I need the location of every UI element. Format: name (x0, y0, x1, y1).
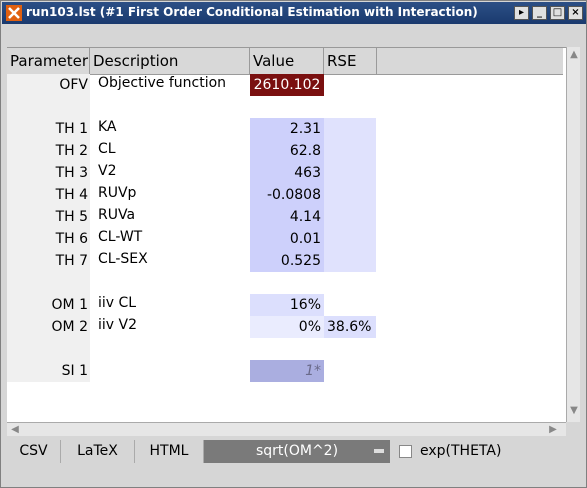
html-button[interactable]: HTML (135, 440, 204, 463)
omega-desc: iiv V2 (98, 317, 137, 333)
ofv-value: 2610.102 (250, 74, 324, 96)
app-icon (6, 5, 22, 21)
export-toolbar: CSV LaTeX HTML sqrt(OM^2) exp(THETA) (7, 440, 582, 464)
theta-desc: CL-WT (98, 229, 143, 245)
omega-desc: iiv CL (98, 295, 137, 311)
theta-desc: RUVa (98, 207, 136, 223)
theta-param: TH 6 (7, 228, 90, 250)
theta-desc: KA (98, 119, 117, 135)
scroll-down-icon[interactable]: ▼ (568, 405, 580, 417)
theta-param: TH 4 (7, 184, 90, 206)
theta-value: 4.14 (250, 206, 324, 228)
header-parameter[interactable]: Parameter (7, 48, 90, 75)
title-bar[interactable]: run103.lst (#1 First Order Conditional E… (2, 2, 586, 24)
ofv-param: OFV (7, 74, 90, 96)
theta-rse (324, 184, 376, 206)
ofv-desc: Objective function (98, 75, 227, 91)
sigma-param: SI 1 (7, 360, 90, 382)
theta-desc: V2 (98, 163, 117, 179)
theta-desc: RUVp (98, 185, 137, 201)
header-filler (377, 48, 563, 75)
theta-value: 463 (250, 162, 324, 184)
omega-format-value: sqrt(OM^2) (255, 443, 339, 459)
theta-rse (324, 250, 376, 272)
theta-rse (324, 228, 376, 250)
header-value[interactable]: Value (250, 48, 324, 75)
omega-value: 0% (250, 316, 324, 338)
theta-param: TH 2 (7, 140, 90, 162)
theta-value: 0.01 (250, 228, 324, 250)
theta-param: TH 7 (7, 250, 90, 272)
maximize-button[interactable]: □ (550, 6, 565, 20)
scroll-right-icon[interactable]: ▶ (547, 424, 559, 436)
theta-rse (324, 162, 376, 184)
header-rse[interactable]: RSE (324, 48, 377, 75)
theta-value: 0.525 (250, 250, 324, 272)
menu-arrow-button[interactable]: ▸ (514, 6, 529, 20)
theta-rse (324, 206, 376, 228)
theta-param: TH 1 (7, 118, 90, 140)
minimize-button[interactable]: _ (532, 6, 547, 20)
omega-param: OM 2 (7, 316, 90, 338)
omega-param: OM 1 (7, 294, 90, 316)
theta-value: 2.31 (250, 118, 324, 140)
latex-button[interactable]: LaTeX (61, 440, 135, 463)
exp-theta-label[interactable]: exp(THETA) (420, 440, 501, 463)
dropdown-arrow-icon (374, 449, 384, 453)
csv-button[interactable]: CSV (7, 440, 61, 463)
vertical-scrollbar[interactable]: ▲ ▼ (566, 47, 580, 422)
sigma-value: 1* (250, 360, 324, 382)
app-window: run103.lst (#1 First Order Conditional E… (0, 0, 587, 488)
horizontal-scrollbar[interactable]: ◀ ▶ (7, 422, 566, 436)
omega-rse: 38.6% (324, 316, 376, 338)
theta-param: TH 3 (7, 162, 90, 184)
theta-rse (324, 118, 376, 140)
theta-value: -0.0808 (250, 184, 324, 206)
scroll-up-icon[interactable]: ▲ (568, 49, 580, 61)
parameter-table: Parameter Description Value RSE OFV Obje… (7, 47, 580, 422)
header-description[interactable]: Description (90, 48, 250, 75)
scroll-left-icon[interactable]: ◀ (9, 424, 21, 436)
theta-param: TH 5 (7, 206, 90, 228)
theta-value: 62.8 (250, 140, 324, 162)
omega-value: 16% (250, 294, 324, 316)
window-title: run103.lst (#1 First Order Conditional E… (26, 5, 478, 19)
theta-desc: CL (98, 141, 116, 157)
theta-desc: CL-SEX (98, 251, 148, 267)
theta-rse (324, 140, 376, 162)
omega-format-dropdown[interactable]: sqrt(OM^2) (204, 440, 390, 463)
close-button[interactable]: × (568, 6, 583, 20)
exp-theta-checkbox[interactable] (399, 445, 412, 458)
